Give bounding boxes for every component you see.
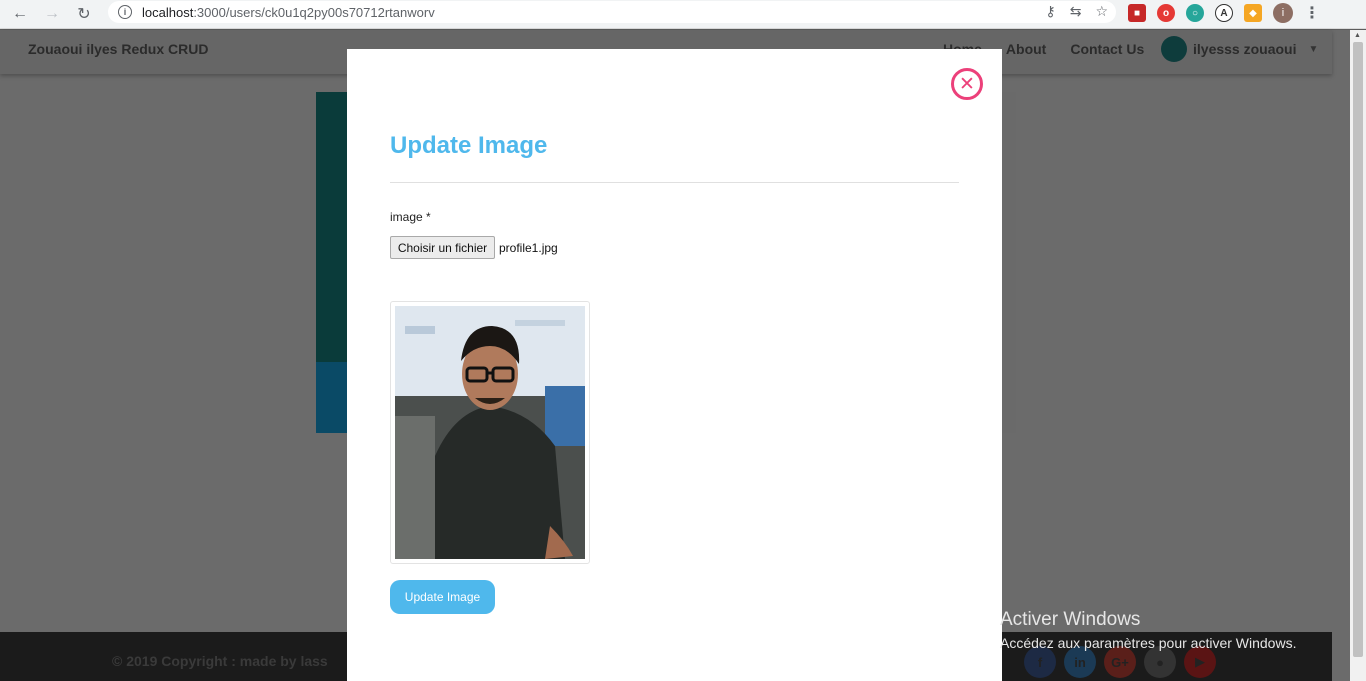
nav-about[interactable]: About: [1006, 41, 1046, 57]
page-scrollbar[interactable]: ▲: [1350, 30, 1366, 681]
extension-1-icon[interactable]: ■: [1128, 4, 1146, 22]
back-icon[interactable]: ←: [8, 2, 32, 26]
modal-divider: [390, 182, 959, 183]
update-image-button[interactable]: Update Image: [390, 580, 495, 614]
image-preview: [390, 301, 590, 564]
watermark-subtitle: Accédez aux paramètres pour activer Wind…: [1000, 635, 1297, 651]
profile-photo: [395, 306, 585, 559]
star-icon[interactable]: ☆: [1095, 3, 1108, 20]
card-accent-top: [316, 92, 348, 362]
footer-copyright: © 2019 Copyright : made by lass: [112, 653, 328, 669]
user-menu[interactable]: ilyesss zouaoui ▼: [1161, 36, 1318, 62]
chevron-down-icon: ▼: [1308, 43, 1319, 55]
profile-avatar-icon[interactable]: i: [1273, 3, 1293, 23]
nav-contact[interactable]: Contact Us: [1070, 41, 1144, 57]
url-host: localhost: [142, 4, 194, 20]
app-brand[interactable]: Zouaoui ilyes Redux CRUD: [28, 41, 208, 57]
extension-2-icon[interactable]: o: [1157, 4, 1175, 22]
image-field-label: image *: [390, 210, 431, 224]
reload-icon[interactable]: ↻: [72, 2, 96, 26]
close-icon[interactable]: ✕: [951, 68, 983, 100]
extension-4-icon[interactable]: A: [1215, 4, 1233, 22]
windows-activation-watermark: Activer Windows Accédez aux paramètres p…: [1000, 609, 1296, 651]
selected-file-name: profile1.jpg: [499, 241, 558, 255]
update-image-modal: ✕ Update Image image * Choisir un fichie…: [347, 49, 1002, 681]
user-avatar-icon: [1161, 36, 1187, 62]
key-icon[interactable]: ⚷: [1045, 3, 1055, 20]
url-path: :3000/users/ck0u1q2py00s70712rtanworv: [193, 4, 435, 20]
watermark-title: Activer Windows: [1000, 609, 1141, 630]
modal-title: Update Image: [390, 132, 548, 159]
profile-photo-illustration: [395, 306, 585, 559]
browser-menu-icon[interactable]: ⋮: [1304, 3, 1320, 23]
forward-icon[interactable]: →: [40, 2, 64, 26]
extension-5-icon[interactable]: ◆: [1244, 4, 1262, 22]
card-accent-bottom: [316, 362, 348, 433]
url-text: localhost:3000/users/ck0u1q2py00s70712rt…: [142, 5, 435, 20]
translate-icon[interactable]: ⇆: [1070, 3, 1082, 20]
browser-toolbar: ← → ↻ i localhost:3000/users/ck0u1q2py00…: [0, 0, 1366, 29]
site-info-icon[interactable]: i: [118, 5, 132, 19]
address-bar[interactable]: i localhost:3000/users/ck0u1q2py00s70712…: [108, 1, 1116, 23]
scroll-thumb[interactable]: [1353, 42, 1363, 657]
scroll-up-icon[interactable]: ▲: [1354, 32, 1361, 39]
extension-3-icon[interactable]: ○: [1186, 4, 1204, 22]
user-name: ilyesss zouaoui: [1193, 41, 1297, 57]
choose-file-button[interactable]: Choisir un fichier: [390, 236, 495, 259]
